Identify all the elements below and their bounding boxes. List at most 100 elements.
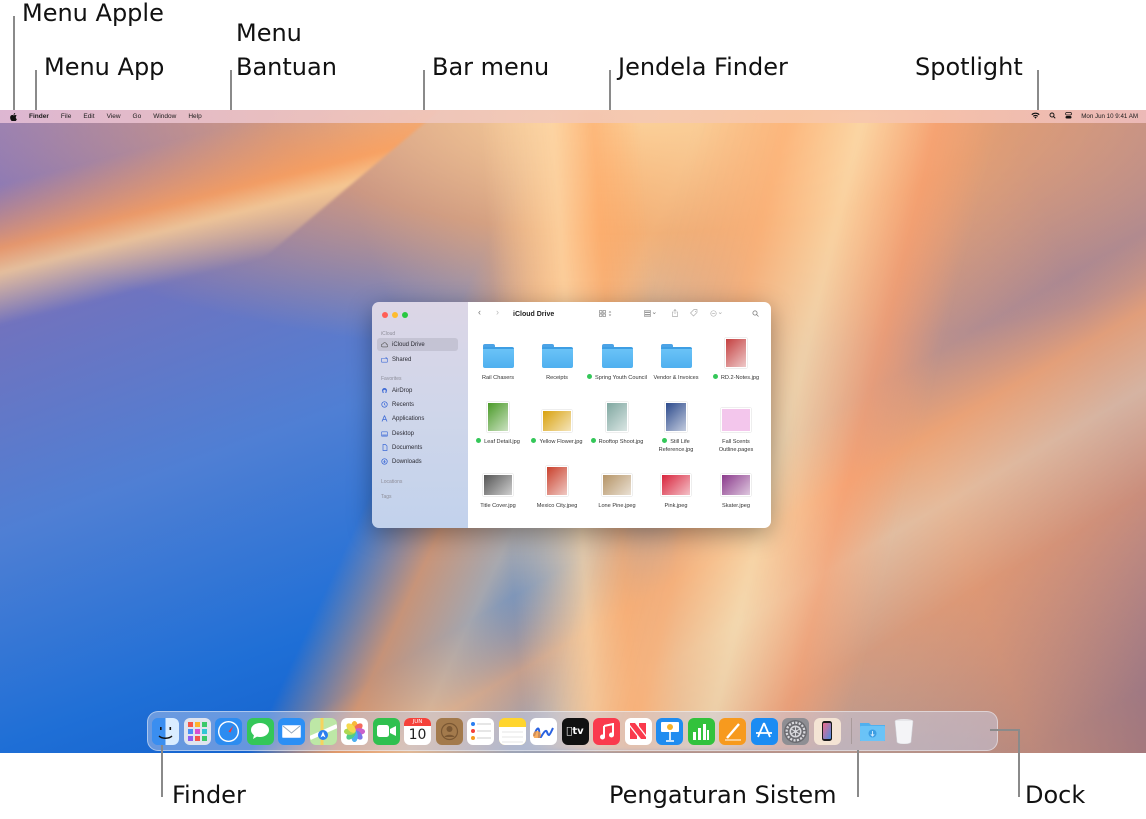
file-item[interactable]: Yellow Flower.jpg	[527, 398, 587, 446]
forward-icon[interactable]: ›	[496, 307, 499, 317]
menu-window[interactable]: Window	[153, 113, 176, 120]
sidebar-item-label: Recents	[392, 401, 415, 408]
dock-separator	[851, 718, 852, 744]
sidebar-item-desktop[interactable]: Desktop	[377, 427, 458, 440]
tag-icon[interactable]	[690, 309, 698, 319]
menu-view[interactable]: View	[107, 113, 121, 120]
system-settings-icon[interactable]	[782, 717, 809, 745]
minimize-window-button[interactable]	[392, 312, 398, 318]
menu-help[interactable]: Help	[188, 113, 201, 120]
spotlight-search-icon[interactable]	[1049, 112, 1056, 121]
calendar-month: JUN	[404, 717, 431, 726]
mail-icon[interactable]	[278, 717, 305, 745]
menu-go[interactable]: Go	[133, 113, 142, 120]
notes-icon[interactable]	[498, 717, 526, 745]
folder-icon	[601, 344, 633, 368]
music-icon[interactable]	[593, 717, 620, 745]
sidebar-item-airdrop[interactable]: AirDrop	[377, 384, 458, 397]
back-icon[interactable]: ‹	[478, 307, 481, 317]
wifi-icon[interactable]	[1031, 112, 1040, 121]
launchpad-icon[interactable]	[183, 717, 211, 745]
menu-finder[interactable]: Finder	[29, 113, 49, 120]
maps-icon[interactable]	[309, 717, 337, 745]
more-icon[interactable]	[710, 310, 726, 319]
pages-document-thumbnail	[721, 408, 751, 432]
screenshot-stage: Menu Apple Menu App Menu Bantuan Bar men…	[0, 0, 1146, 819]
apple-tv-icon[interactable]: tv	[561, 717, 589, 745]
file-item[interactable]: Rooftop Shoot.jpg	[587, 398, 647, 446]
image-thumbnail	[665, 402, 687, 432]
zoom-window-button[interactable]	[402, 312, 408, 318]
file-name: Lone Pine.jpeg	[587, 502, 647, 510]
safari-icon[interactable]	[215, 717, 242, 745]
sidebar-item-documents[interactable]: Documents	[377, 441, 458, 454]
news-icon[interactable]	[624, 717, 652, 745]
reminders-icon[interactable]	[467, 717, 494, 745]
group-icon[interactable]	[644, 310, 662, 319]
dock: JUN10 tv	[147, 711, 998, 751]
calendar-icon[interactable]: JUN 10	[404, 717, 431, 745]
share-icon[interactable]	[672, 309, 678, 319]
file-item[interactable]: Lone Pine.jpeg	[587, 462, 647, 510]
airdrop-icon	[381, 387, 388, 394]
folder-icon	[482, 344, 514, 368]
freeform-icon[interactable]	[530, 717, 557, 745]
close-window-button[interactable]	[382, 312, 388, 318]
window-title: iCloud Drive	[513, 311, 555, 318]
control-center-icon[interactable]	[1065, 112, 1073, 121]
folder-item[interactable]: Rail Chasers	[468, 334, 528, 382]
contacts-icon[interactable]	[435, 717, 463, 745]
sidebar-item-icloud-drive[interactable]: iCloud Drive	[377, 338, 458, 351]
sidebar-item-shared[interactable]: Shared	[377, 353, 458, 366]
folder-item[interactable]: Vendor & Invoices	[646, 334, 706, 382]
download-icon	[381, 458, 388, 465]
image-thumbnail	[725, 338, 747, 368]
file-item[interactable]: RD.2-Notes.jpg	[706, 334, 766, 382]
menu-bar-clock[interactable]: Mon Jun 10 9:41 AM	[1081, 113, 1138, 120]
finder-content: ‹ › iCloud Drive Rail Chasers Receipts S…	[468, 302, 771, 528]
finder-icon[interactable]	[152, 717, 179, 745]
file-item[interactable]: Mexico City.jpeg	[527, 462, 587, 510]
keynote-icon[interactable]	[656, 717, 683, 745]
menu-file[interactable]: File	[61, 113, 71, 120]
file-name: Still Life Reference.jpg	[646, 438, 706, 454]
iphone-mirroring-icon[interactable]	[813, 717, 841, 745]
sidebar-item-recents[interactable]: Recents	[377, 398, 458, 411]
folder-icon	[660, 344, 692, 368]
sidebar-item-applications[interactable]: Applications	[377, 412, 458, 425]
callout-menu-bar: Bar menu	[432, 53, 550, 81]
callout-leader-dock	[1018, 729, 1020, 797]
file-name-text: Rail Chasers	[481, 375, 515, 381]
file-item[interactable]: Leaf Detail.jpg	[468, 398, 528, 446]
numbers-icon[interactable]	[687, 717, 715, 745]
messages-icon[interactable]	[246, 717, 274, 745]
green-tag-dot	[587, 374, 593, 379]
trash-icon[interactable]	[891, 718, 918, 745]
callout-leader-app-menu	[35, 70, 37, 110]
menu-bar: Finder File Edit View Go Window Help Mon…	[0, 110, 1146, 123]
file-item[interactable]: Still Life Reference.jpg	[646, 398, 706, 454]
photos-icon[interactable]	[341, 717, 368, 745]
file-item[interactable]: Skater.jpeg	[706, 462, 766, 510]
window-controls	[382, 312, 408, 318]
apple-menu-icon[interactable]	[10, 112, 17, 121]
app-store-icon[interactable]	[750, 717, 778, 745]
facetime-icon[interactable]	[372, 717, 400, 745]
file-item[interactable]: Fall Scents Outline.pages	[706, 398, 766, 454]
folder-item[interactable]: Receipts	[527, 334, 587, 382]
file-item[interactable]: Pink.jpeg	[646, 462, 706, 510]
desktop-screen: Finder File Edit View Go Window Help Mon…	[0, 110, 1146, 753]
menu-edit[interactable]: Edit	[83, 113, 94, 120]
folder-item[interactable]: Spring Youth Council	[587, 334, 647, 382]
downloads-folder-icon[interactable]	[859, 718, 886, 745]
callout-leader-finder	[161, 745, 163, 797]
file-item[interactable]: Title Cover.jpg	[468, 462, 528, 510]
file-name: Leaf Detail.jpg	[468, 438, 528, 446]
callout-dock: Dock	[1025, 781, 1086, 809]
search-icon[interactable]	[752, 310, 759, 319]
callout-leader-spotlight	[1037, 70, 1039, 112]
pages-icon[interactable]	[719, 717, 746, 745]
sidebar-item-downloads[interactable]: Downloads	[377, 455, 458, 468]
view-mode-icon[interactable]	[599, 310, 615, 319]
file-name-text: Vendor & Invoices	[653, 375, 699, 381]
